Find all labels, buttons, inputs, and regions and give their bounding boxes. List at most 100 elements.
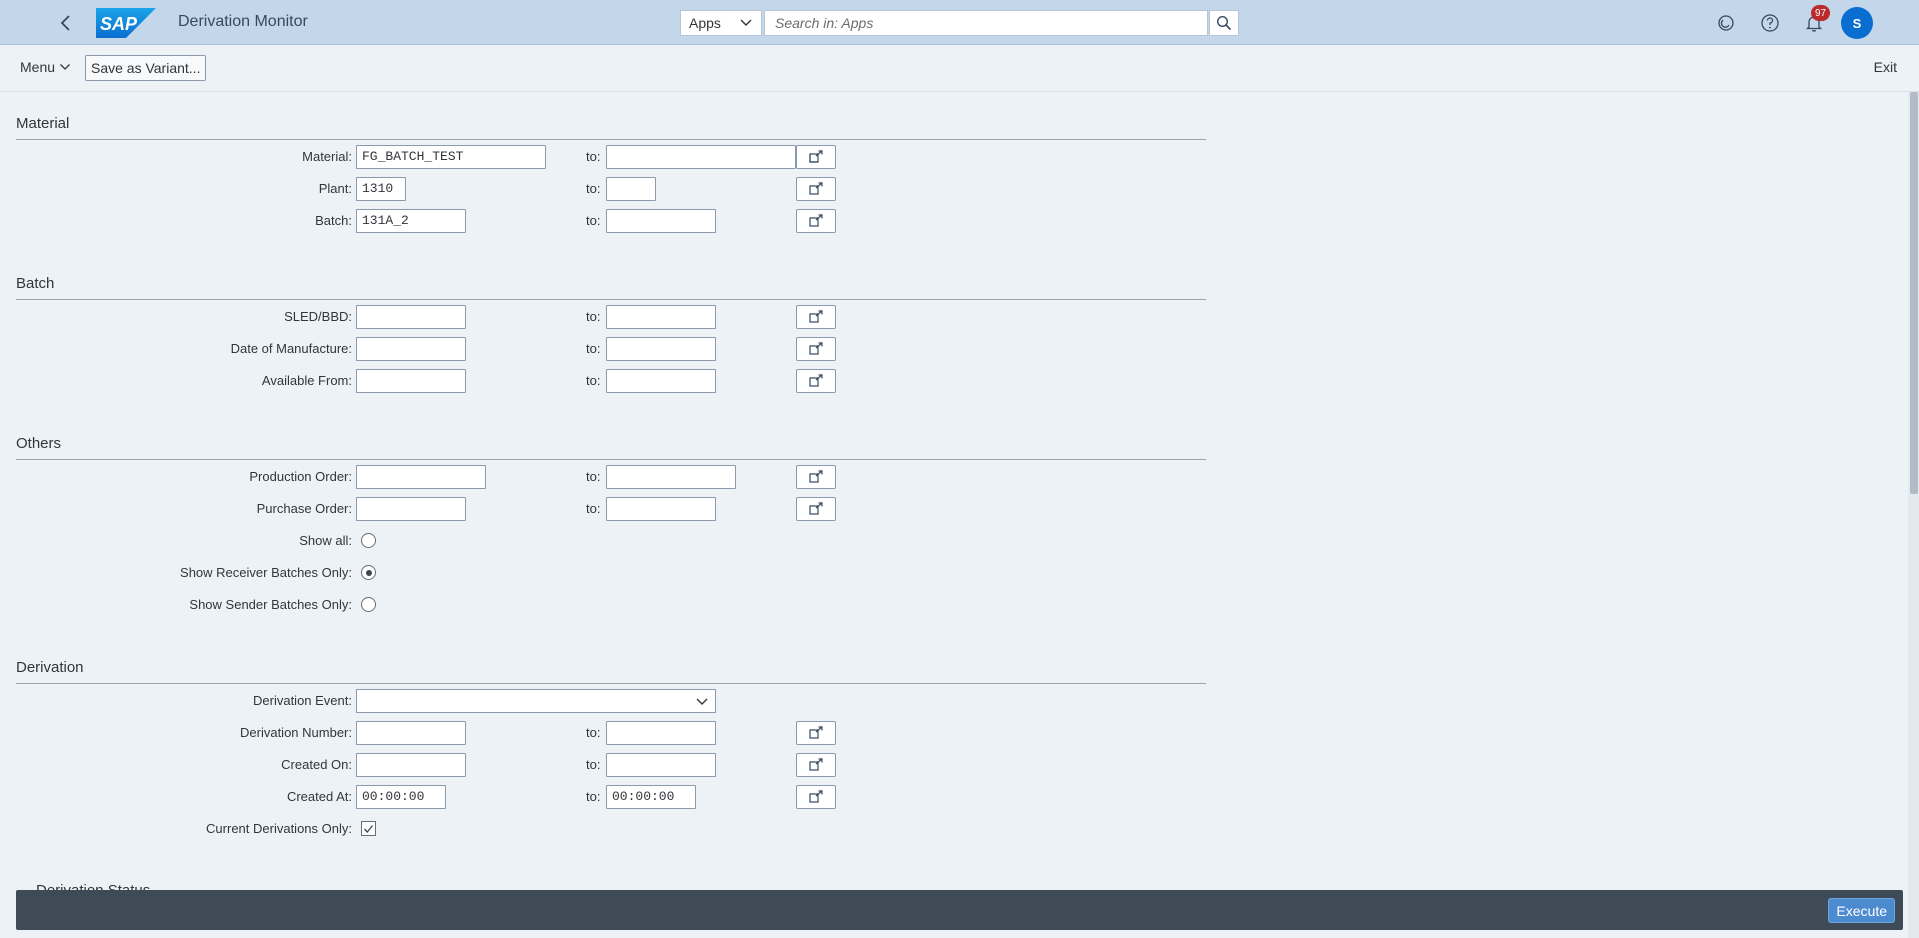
purchase-order-to-input[interactable] — [606, 497, 716, 521]
toolbar: Menu Save as Variant... Exit — [0, 45, 1919, 92]
multiple-selection-icon — [809, 214, 823, 227]
search-icon — [1216, 15, 1232, 31]
to-label: to: — [586, 789, 601, 804]
plant-to-input[interactable] — [606, 177, 656, 201]
derivation-event-select[interactable] — [356, 689, 716, 713]
production-order-from-input[interactable] — [356, 465, 486, 489]
multiple-selection-icon — [809, 790, 823, 803]
section-divider — [16, 683, 1206, 684]
search-button[interactable] — [1209, 10, 1239, 36]
created-on-to-input[interactable] — [606, 753, 716, 777]
notification-badge: 97 — [1811, 5, 1830, 21]
material-from-input[interactable]: FG_BATCH_TEST — [356, 145, 546, 169]
show-sender-batches-radio[interactable] — [361, 597, 376, 612]
help-button[interactable] — [1758, 11, 1782, 35]
multiple-selection-icon — [809, 726, 823, 739]
derivation-number-label: Derivation Number: — [240, 725, 352, 740]
to-label: to: — [586, 469, 601, 484]
section-title-material: Material — [16, 115, 70, 132]
app-title: Derivation Monitor — [178, 13, 308, 30]
sap-logo[interactable]: SAP — [96, 8, 156, 38]
batch-from-input[interactable]: 131A_2 — [356, 209, 466, 233]
to-label: to: — [586, 341, 601, 356]
section-title-derivation-status: Derivation Status — [36, 880, 150, 890]
search-input[interactable] — [764, 10, 1208, 36]
available-from-multiple-selection-button[interactable] — [796, 369, 836, 393]
current-derivations-only-label: Current Derivations Only: — [206, 821, 352, 836]
multiple-selection-icon — [809, 502, 823, 515]
back-button[interactable] — [52, 10, 80, 36]
sled-to-input[interactable] — [606, 305, 716, 329]
plant-from-input[interactable]: 1310 — [356, 177, 406, 201]
joule-button[interactable] — [1714, 11, 1738, 35]
show-all-radio[interactable] — [361, 533, 376, 548]
shell-bar: SAP Derivation Monitor Apps 9 — [0, 0, 1919, 45]
multiple-selection-icon — [809, 342, 823, 355]
multiple-selection-icon — [809, 470, 823, 483]
checkmark-icon — [364, 824, 374, 833]
help-icon — [1761, 14, 1779, 32]
production-order-to-input[interactable] — [606, 465, 736, 489]
svg-text:SAP: SAP — [100, 14, 138, 34]
search-scope-select[interactable]: Apps — [680, 10, 762, 36]
section-title-others: Others — [16, 435, 62, 452]
available-from-from-input[interactable] — [356, 369, 466, 393]
exit-button[interactable]: Exit — [1874, 59, 1897, 75]
save-as-variant-button[interactable]: Save as Variant... — [85, 55, 207, 81]
created-on-multiple-selection-button[interactable] — [796, 753, 836, 777]
menu-label: Menu — [20, 59, 56, 75]
chevron-down-icon — [740, 19, 752, 26]
copilot-icon — [1718, 15, 1734, 31]
created-at-from-input[interactable]: 00:00:00 — [356, 785, 446, 809]
created-at-to-input[interactable]: 00:00:00 — [606, 785, 696, 809]
footer-toolbar: Execute — [16, 890, 1903, 930]
derivation-number-from-input[interactable] — [356, 721, 466, 745]
created-on-label: Created On: — [281, 757, 352, 772]
material-to-input[interactable] — [606, 145, 796, 169]
show-sender-batches-label: Show Sender Batches Only: — [189, 597, 352, 612]
avatar[interactable]: S — [1841, 7, 1873, 39]
material-multiple-selection-button[interactable] — [796, 145, 836, 169]
available-from-to-input[interactable] — [606, 369, 716, 393]
sled-label: SLED/BBD: — [284, 309, 352, 324]
date-of-manufacture-label: Date of Manufacture: — [230, 341, 352, 356]
current-derivations-only-checkbox[interactable] — [361, 821, 376, 836]
purchase-order-multiple-selection-button[interactable] — [796, 497, 836, 521]
to-label: to: — [586, 213, 601, 228]
menu-button[interactable]: Menu — [20, 59, 71, 75]
derivation-number-multiple-selection-button[interactable] — [796, 721, 836, 745]
created-at-multiple-selection-button[interactable] — [796, 785, 836, 809]
date-of-manufacture-multiple-selection-button[interactable] — [796, 337, 836, 361]
search-scope-value: Apps — [689, 15, 721, 31]
batch-to-input[interactable] — [606, 209, 716, 233]
purchase-order-label: Purchase Order: — [256, 501, 352, 516]
multiple-selection-icon — [809, 150, 823, 163]
multiple-selection-icon — [809, 182, 823, 195]
multiple-selection-icon — [809, 310, 823, 323]
section-divider — [16, 139, 1206, 140]
to-label: to: — [586, 181, 601, 196]
plant-multiple-selection-button[interactable] — [796, 177, 836, 201]
section-divider — [16, 459, 1206, 460]
purchase-order-from-input[interactable] — [356, 497, 466, 521]
created-on-from-input[interactable] — [356, 753, 466, 777]
multiple-selection-icon — [809, 758, 823, 771]
scrollbar-thumb[interactable] — [1910, 92, 1918, 494]
created-at-label: Created At: — [286, 789, 352, 804]
date-of-manufacture-from-input[interactable] — [356, 337, 466, 361]
section-title-batch: Batch — [16, 275, 55, 292]
date-of-manufacture-to-input[interactable] — [606, 337, 716, 361]
chevron-left-icon — [60, 15, 70, 31]
section-divider — [16, 299, 1206, 300]
sled-multiple-selection-button[interactable] — [796, 305, 836, 329]
to-label: to: — [586, 149, 601, 164]
production-order-multiple-selection-button[interactable] — [796, 465, 836, 489]
batch-multiple-selection-button[interactable] — [796, 209, 836, 233]
to-label: to: — [586, 725, 601, 740]
plant-label: Plant: — [318, 181, 352, 196]
to-label: to: — [586, 757, 601, 772]
derivation-number-to-input[interactable] — [606, 721, 716, 745]
sled-from-input[interactable] — [356, 305, 466, 329]
show-receiver-batches-radio[interactable] — [361, 565, 376, 580]
execute-button[interactable]: Execute — [1828, 898, 1895, 923]
